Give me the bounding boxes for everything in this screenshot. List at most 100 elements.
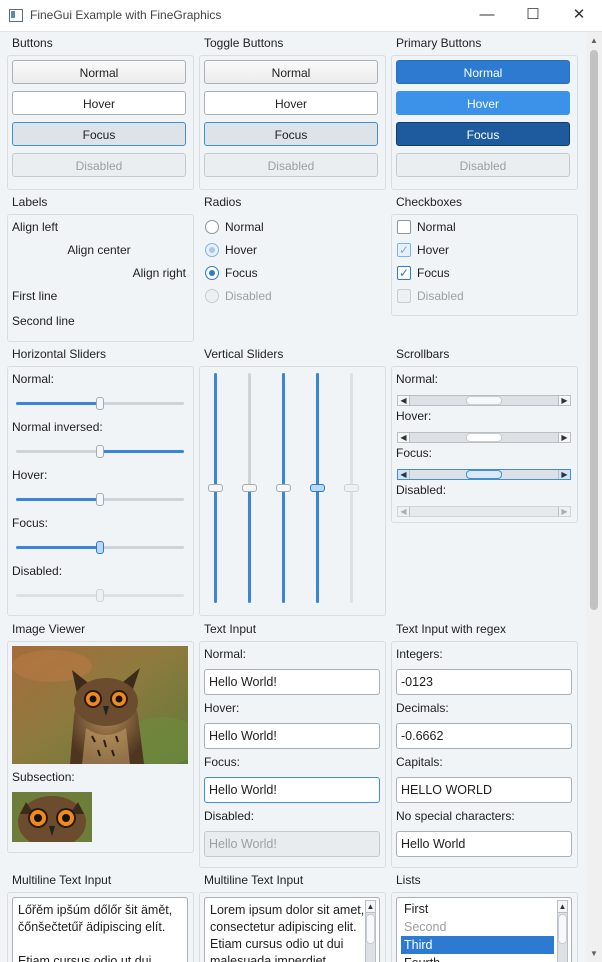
scroll-right-icon[interactable]: ▶: [558, 396, 570, 405]
vslider-1[interactable]: [208, 373, 223, 603]
button-normal[interactable]: Normal: [12, 60, 186, 84]
multiline-text-input-1[interactable]: Lőřěm ipšúm dőlőr šit ämět, čőnšečtetűř …: [12, 897, 188, 962]
hslider-focus[interactable]: [16, 541, 184, 555]
section-title-primary-buttons: Primary Buttons: [396, 36, 482, 50]
decimals-input[interactable]: -0.6662: [396, 723, 572, 749]
section-title-checkboxes: Checkboxes: [396, 195, 463, 209]
text-input-focus[interactable]: Hello World!: [204, 777, 380, 803]
scroll-right-icon[interactable]: ▶: [558, 470, 570, 479]
slider-thumb[interactable]: [242, 484, 257, 492]
hslider-disabled-label: Disabled:: [12, 564, 63, 578]
maximize-button[interactable]: ☐: [510, 0, 556, 31]
label-first-line: First line: [12, 289, 58, 303]
slider-fill: [16, 498, 100, 501]
vslider-2[interactable]: [242, 373, 257, 603]
multiline-text-input-2[interactable]: Lorem ipsum dolor sit amet, consectetur …: [204, 897, 380, 962]
label-align-right: Align right: [132, 266, 186, 280]
capitals-input[interactable]: HELLO WORLD: [396, 777, 572, 803]
subsection-label: Subsection:: [12, 770, 75, 784]
section-title-horizontal-sliders: Horizontal Sliders: [12, 347, 107, 361]
scroll-left-icon: ◀: [398, 507, 410, 516]
no-special-input[interactable]: Hello World: [396, 831, 572, 857]
text-input-hover[interactable]: Hello World!: [204, 723, 380, 749]
list-item[interactable]: First: [401, 900, 554, 918]
text-input-focus-label: Focus:: [204, 755, 241, 769]
scroll-right-icon: ▶: [558, 507, 570, 516]
primary-button-disabled: Disabled: [396, 153, 570, 177]
scrollbar-thumb[interactable]: [466, 433, 502, 442]
scrollbar-thumb[interactable]: [466, 396, 502, 405]
vslider-4[interactable]: [310, 373, 325, 603]
hslider-normal-label: Normal:: [12, 372, 55, 386]
decimals-label: Decimals:: [396, 701, 449, 715]
button-focus[interactable]: Focus: [12, 122, 186, 146]
slider-thumb[interactable]: [96, 493, 104, 506]
scrollbar-normal[interactable]: ◀ ▶: [397, 395, 571, 406]
scrollbar-thumb[interactable]: [558, 914, 567, 944]
scroll-left-icon[interactable]: ◀: [398, 470, 410, 479]
slider-thumb[interactable]: [96, 397, 104, 410]
section-title-multiline-2: Multiline Text Input: [204, 873, 304, 887]
owl-image[interactable]: [12, 646, 188, 764]
multiline-2-scrollbar[interactable]: ▲: [365, 900, 376, 962]
radio-focus[interactable]: [205, 266, 219, 280]
radio-disabled-label: Disabled: [225, 289, 272, 303]
vslider-3[interactable]: [276, 373, 291, 603]
radio-hover[interactable]: [205, 243, 219, 257]
hslider-inversed[interactable]: [16, 445, 184, 459]
scroll-left-icon[interactable]: ◀: [398, 396, 410, 405]
scrollbar-focus-label: Focus:: [396, 446, 433, 460]
text-input-hover-label: Hover:: [204, 701, 240, 715]
slider-thumb[interactable]: [310, 484, 325, 492]
list-item-selected[interactable]: Third: [401, 936, 554, 954]
list-scrollbar[interactable]: ▲: [557, 900, 568, 962]
window-scrollbar[interactable]: ▲ ▼: [586, 32, 602, 962]
scrollbar-thumb[interactable]: [466, 470, 502, 479]
scrollbar-hover-label: Hover:: [396, 409, 432, 423]
window-scrollbar-thumb[interactable]: [590, 50, 598, 610]
toggle-button-focus[interactable]: Focus: [204, 122, 378, 146]
minimize-button[interactable]: —: [464, 0, 510, 31]
window-title: FineGui Example with FineGraphics: [30, 8, 222, 22]
slider-thumb[interactable]: [96, 445, 104, 458]
scroll-up-icon[interactable]: ▲: [366, 901, 375, 913]
toggle-button-normal[interactable]: Normal: [204, 60, 378, 84]
checkbox-normal-label: Normal: [417, 220, 456, 234]
checkbox-focus[interactable]: ✓: [397, 266, 411, 280]
no-special-label: No special characters:: [396, 809, 515, 823]
scrollbar-thumb[interactable]: [366, 914, 375, 944]
primary-button-normal[interactable]: Normal: [396, 60, 570, 84]
scrollbar-focus[interactable]: ◀ ▶: [397, 469, 571, 480]
text-input-normal[interactable]: Hello World!: [204, 669, 380, 695]
primary-button-focus[interactable]: Focus: [396, 122, 570, 146]
slider-thumb[interactable]: [208, 484, 223, 492]
toggle-button-hover[interactable]: Hover: [204, 91, 378, 115]
hslider-hover[interactable]: [16, 493, 184, 507]
integers-input[interactable]: -0123: [396, 669, 572, 695]
slider-thumb[interactable]: [96, 541, 104, 554]
list-item[interactable]: Fourth: [401, 954, 554, 962]
list-box[interactable]: First Second Third Fourth: [396, 897, 572, 962]
slider-thumb[interactable]: [276, 484, 291, 492]
close-button[interactable]: ✕: [556, 0, 602, 31]
radio-focus-label: Focus: [225, 266, 258, 280]
checkbox-hover[interactable]: ✓: [397, 243, 411, 257]
integers-label: Integers:: [396, 647, 443, 661]
scroll-up-icon[interactable]: ▲: [558, 901, 567, 913]
section-title-scrollbars: Scrollbars: [396, 347, 450, 361]
slider-fill: [16, 402, 100, 405]
scroll-left-icon[interactable]: ◀: [398, 433, 410, 442]
section-title-radios: Radios: [204, 195, 242, 209]
scroll-down-icon[interactable]: ▼: [586, 945, 602, 962]
primary-button-hover[interactable]: Hover: [396, 91, 570, 115]
label-second-line: Second line: [12, 314, 75, 328]
scroll-right-icon[interactable]: ▶: [558, 433, 570, 442]
slider-fill: [16, 546, 100, 549]
slider-thumb: [96, 589, 104, 602]
scroll-up-icon[interactable]: ▲: [586, 32, 602, 49]
radio-normal[interactable]: [205, 220, 219, 234]
hslider-normal[interactable]: [16, 397, 184, 411]
button-hover[interactable]: Hover: [12, 91, 186, 115]
scrollbar-hover[interactable]: ◀ ▶: [397, 432, 571, 443]
checkbox-normal[interactable]: [397, 220, 411, 234]
